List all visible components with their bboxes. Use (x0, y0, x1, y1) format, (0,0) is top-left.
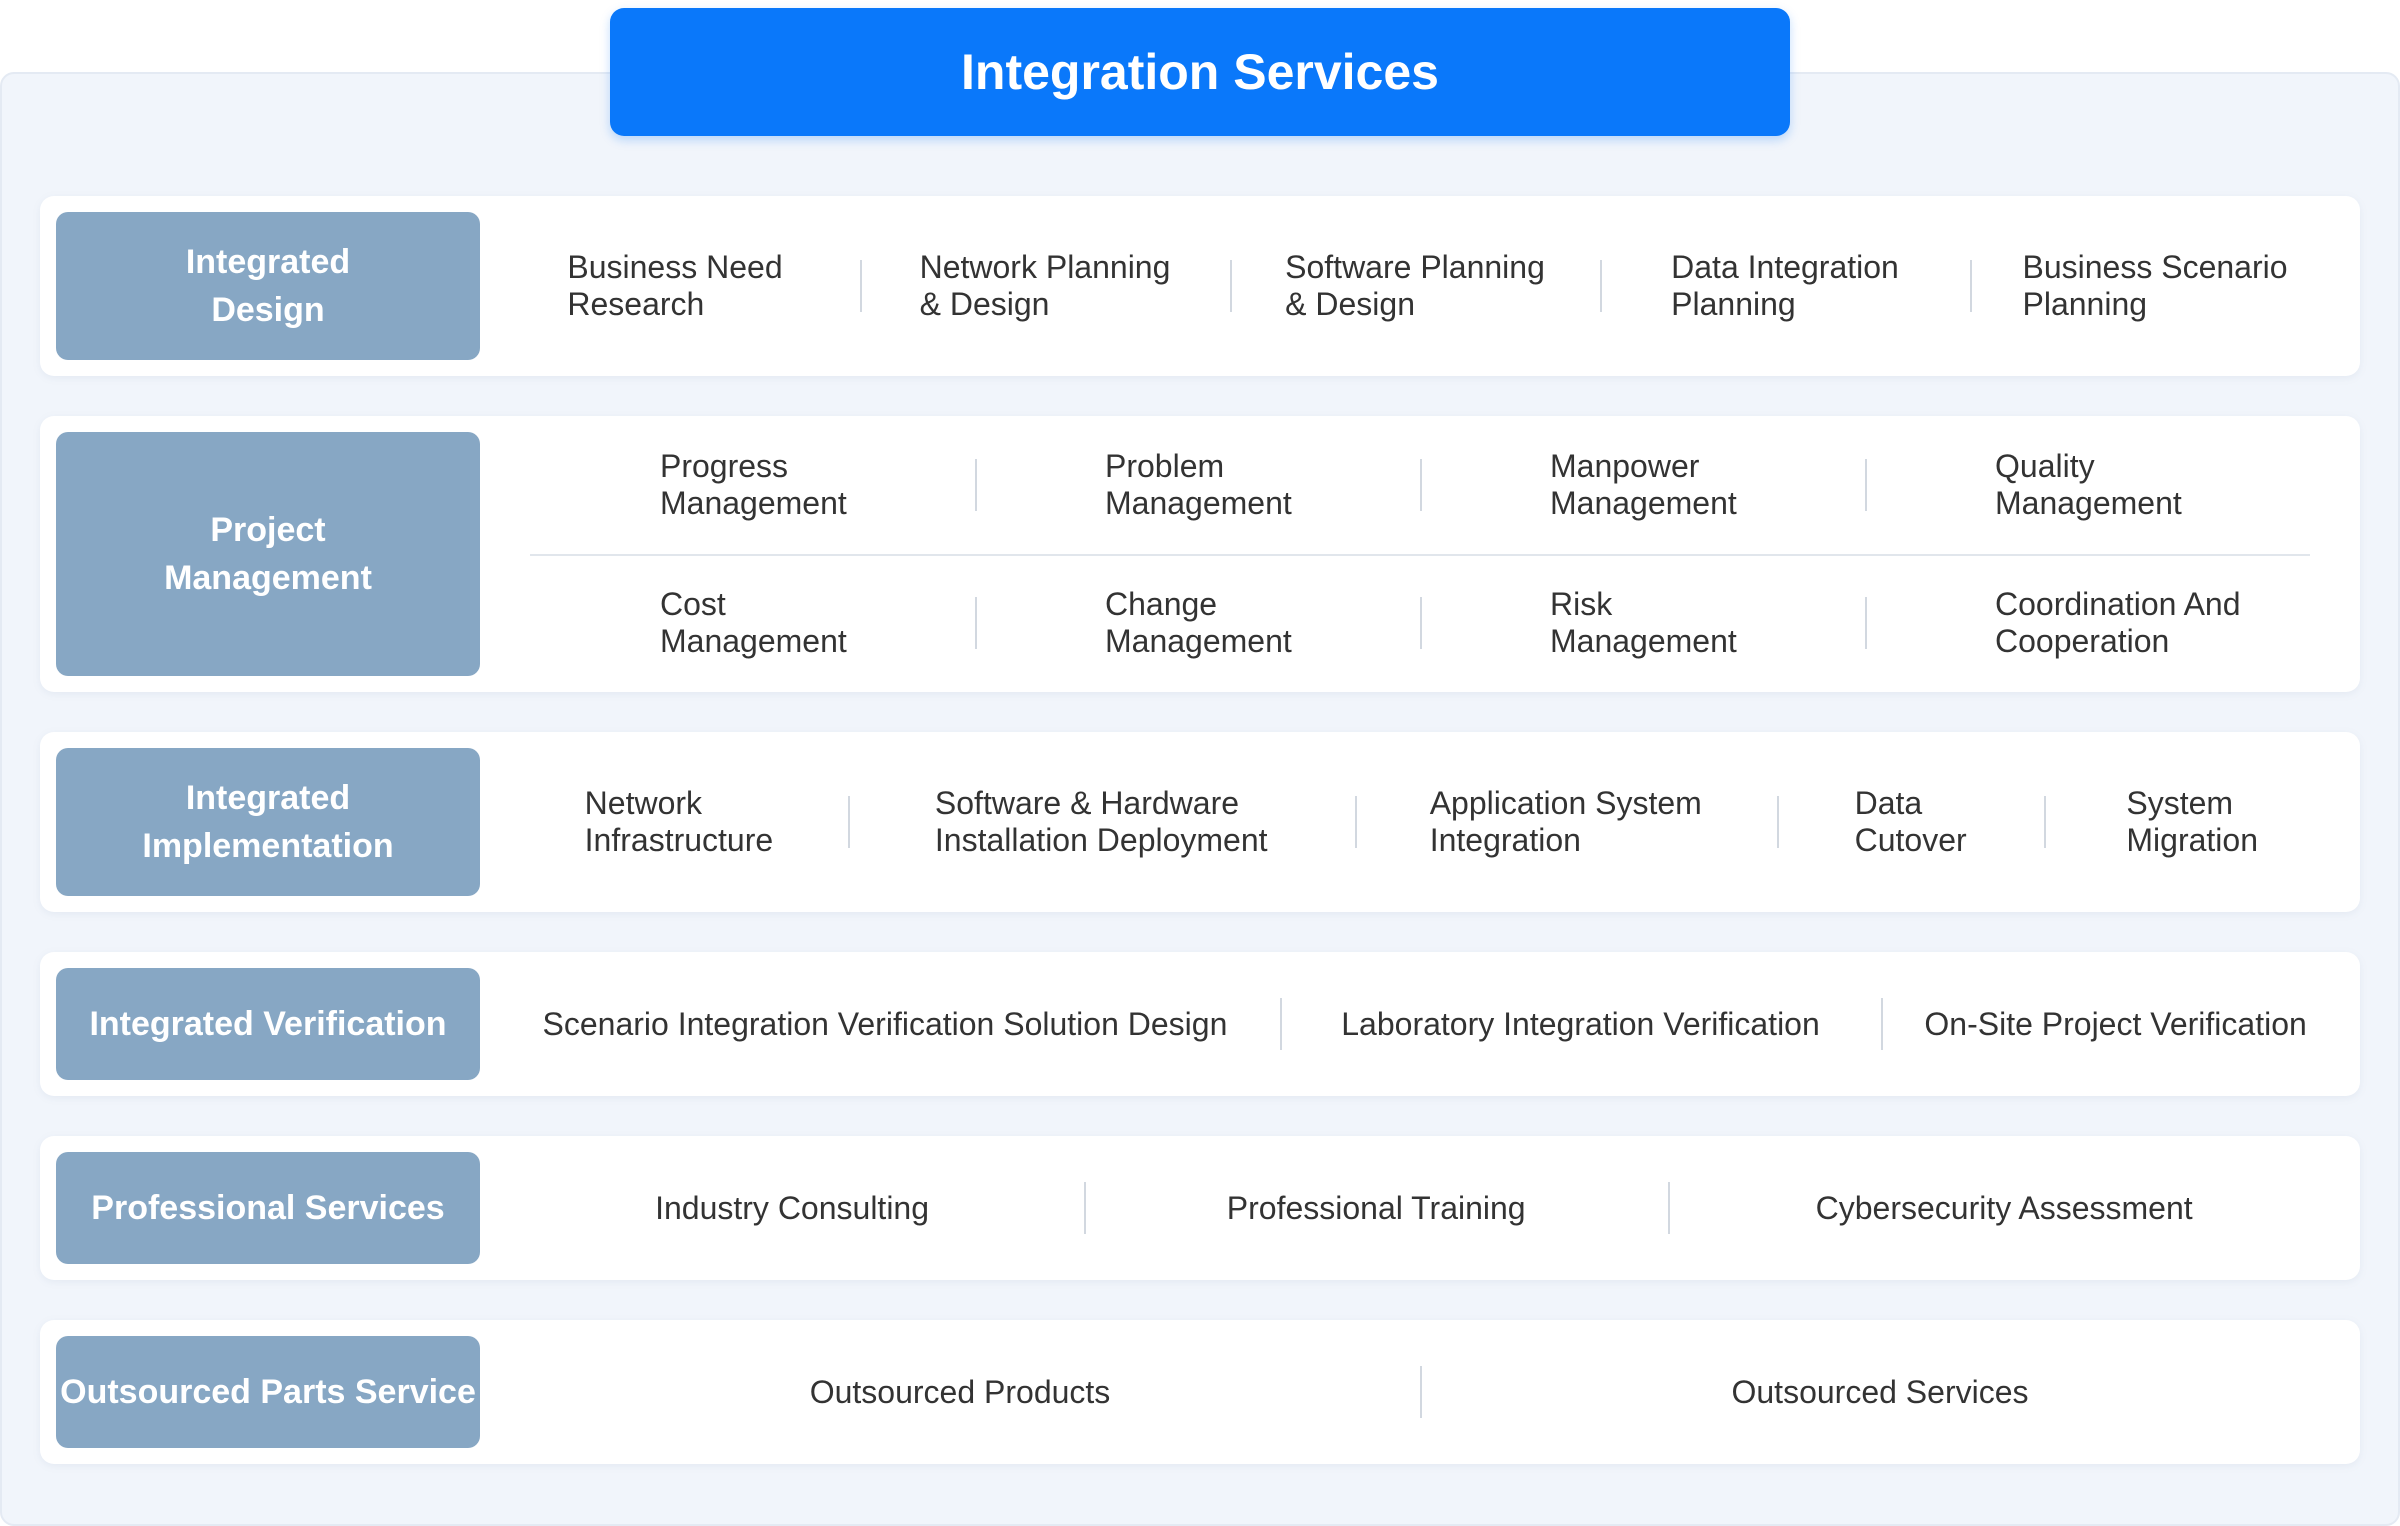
row-label: Integrated Verification (56, 968, 480, 1080)
row-label: Integrated Implementation (56, 748, 480, 896)
list-item: Problem Management (975, 416, 1420, 554)
list-item: Scenario Integration Verification Soluti… (542, 1005, 1228, 1042)
list-item: Laboratory Integration Verification (1279, 952, 1881, 1096)
row-label: Professional Services (56, 1152, 480, 1264)
list-item: Quality Management (1865, 416, 2310, 554)
list-item: Software Planning & Design (1230, 196, 1600, 376)
list-item: Manpower Management (1420, 416, 1865, 554)
row-label: Integrated Design (56, 212, 480, 360)
list-item: Business Need Research (567, 249, 783, 322)
list-item: Outsourced Products (809, 1373, 1111, 1410)
list-item: Outsourced Services (1420, 1320, 2340, 1464)
row-outsourced-parts-service: Outsourced Parts Service Outsourced Prod… (40, 1320, 2360, 1464)
item-list: Industry Consulting Professional Trainin… (480, 1136, 2360, 1280)
row-integrated-implementation: Integrated Implementation Network Infras… (40, 732, 2360, 912)
list-item: Coordination And Cooperation (1865, 554, 2310, 692)
row-label: Outsourced Parts Service (56, 1336, 480, 1448)
list-item: Industry Consulting (655, 1189, 930, 1226)
grid-row: Progress Management Problem Management M… (530, 416, 2310, 554)
list-item: Data Integration Planning (1600, 196, 1970, 376)
list-item: Professional Training (1084, 1136, 1668, 1280)
list-item: Business Scenario Planning (1970, 196, 2340, 376)
item-list: Scenario Integration Verification Soluti… (480, 952, 2360, 1096)
list-item: Software & Hardware Installation Deploym… (847, 732, 1355, 912)
row-label: Project Management (56, 432, 480, 676)
item-grid: Progress Management Problem Management M… (530, 416, 2310, 692)
list-item: System Migration (2044, 732, 2340, 912)
grid-row: Cost Management Change Management Risk M… (530, 554, 2310, 692)
row-integrated-verification: Integrated Verification Scenario Integra… (40, 952, 2360, 1096)
row-project-management: Project Management Progress Management P… (40, 416, 2360, 692)
list-item: On-Site Project Verification (1881, 952, 2350, 1096)
list-item: Change Management (975, 554, 1420, 692)
list-item: Data Cutover (1776, 732, 2044, 912)
item-list: Outsourced Products Outsourced Services (480, 1320, 2360, 1464)
row-professional-services: Professional Services Industry Consultin… (40, 1136, 2360, 1280)
row-integrated-design: Integrated Design Business Need Research… (40, 196, 2360, 376)
list-item: Network Planning & Design (860, 196, 1230, 376)
list-item: Risk Management (1420, 554, 1865, 692)
list-item: Application System Integration (1354, 732, 1777, 912)
item-list: Network Infrastructure Software & Hardwa… (480, 732, 2360, 912)
page-title: Integration Services (610, 8, 1790, 136)
item-list: Business Need Research Network Planning … (480, 196, 2360, 376)
list-item: Progress Management (660, 448, 847, 521)
list-item: Cost Management (660, 586, 847, 659)
list-item: Network Infrastructure (584, 785, 774, 858)
list-item: Cybersecurity Assessment (1668, 1136, 2340, 1280)
